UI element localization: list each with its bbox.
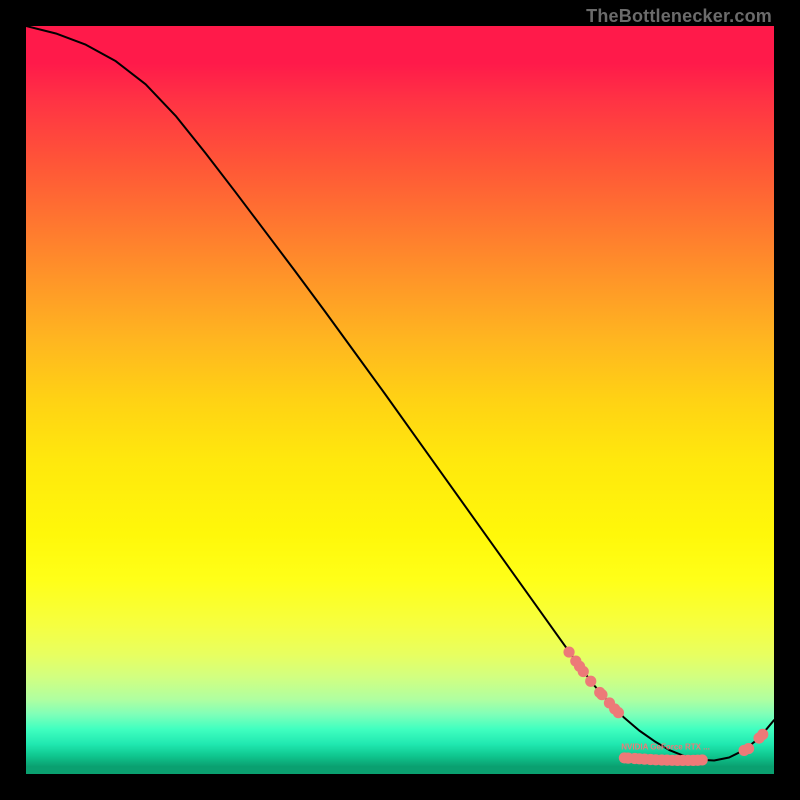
data-marker	[697, 754, 708, 765]
data-marker	[585, 676, 596, 687]
curve-line	[26, 26, 774, 761]
data-marker	[613, 707, 624, 718]
attribution-label: TheBottlenecker.com	[586, 6, 772, 27]
plot-area: NVIDIA GeForce RTX ...	[26, 26, 774, 774]
data-marker	[578, 666, 589, 677]
data-marker	[563, 646, 574, 657]
data-marker	[757, 729, 768, 740]
data-marker	[743, 743, 754, 754]
chart-container: NVIDIA GeForce RTX ... TheBottlenecker.c…	[0, 0, 800, 800]
chart-svg: NVIDIA GeForce RTX ...	[26, 26, 774, 774]
annotation-label: NVIDIA GeForce RTX ...	[621, 742, 710, 751]
